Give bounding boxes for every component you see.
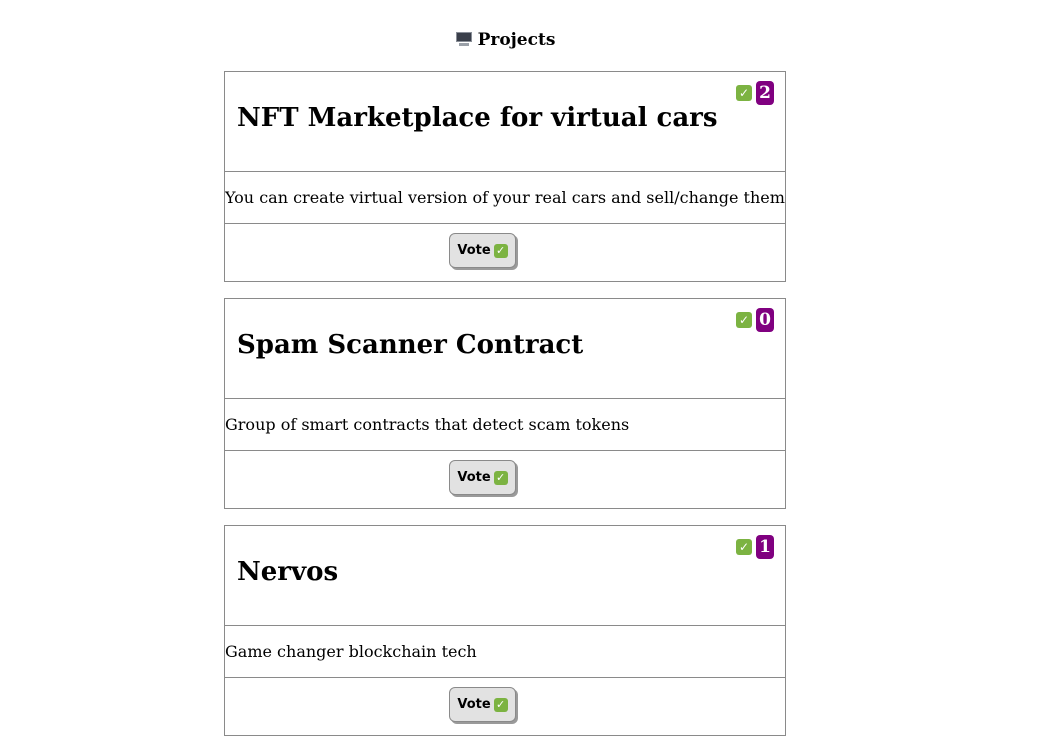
vote-count-indicator: ✓ 0 [736, 308, 774, 332]
page-header: Projects [0, 30, 1011, 50]
vote-button-label: Vote [457, 697, 491, 712]
desktop-computer-icon [455, 31, 472, 47]
vote-button-label: Vote [457, 243, 491, 258]
project-card-footer: Vote ✓ [225, 678, 785, 735]
check-mark-icon: ✓ [736, 539, 752, 555]
vote-button[interactable]: Vote ✓ [449, 460, 516, 495]
project-card-footer: Vote ✓ [225, 224, 785, 281]
check-mark-icon: ✓ [493, 243, 508, 258]
project-card-footer: Vote ✓ [225, 451, 785, 508]
project-list: NFT Marketplace for virtual cars ✓ 2 You… [224, 71, 786, 752]
check-mark-icon: ✓ [493, 697, 508, 712]
project-title: Nervos [237, 557, 339, 587]
vote-count-badge: 2 [756, 81, 774, 105]
project-description: You can create virtual version of your r… [225, 172, 785, 224]
project-card: NFT Marketplace for virtual cars ✓ 2 You… [224, 71, 786, 282]
project-card-header: Nervos ✓ 1 [225, 526, 785, 626]
project-description: Group of smart contracts that detect sca… [225, 399, 785, 451]
check-mark-icon: ✓ [493, 470, 508, 485]
check-mark-icon: ✓ [736, 85, 752, 101]
check-mark-icon: ✓ [736, 312, 752, 328]
project-card-header: NFT Marketplace for virtual cars ✓ 2 [225, 72, 785, 172]
vote-count-badge: 0 [756, 308, 774, 332]
vote-button[interactable]: Vote ✓ [449, 233, 516, 268]
project-card: Spam Scanner Contract ✓ 0 Group of smart… [224, 298, 786, 509]
project-title: NFT Marketplace for virtual cars [237, 103, 718, 133]
vote-button-label: Vote [457, 470, 491, 485]
project-card-header: Spam Scanner Contract ✓ 0 [225, 299, 785, 399]
vote-count-indicator: ✓ 1 [736, 535, 774, 559]
project-description: Game changer blockchain tech [225, 626, 785, 678]
project-title: Spam Scanner Contract [237, 330, 584, 360]
vote-button[interactable]: Vote ✓ [449, 687, 516, 722]
page-title: Projects [477, 30, 556, 50]
vote-count-indicator: ✓ 2 [736, 81, 774, 105]
project-card: Nervos ✓ 1 Game changer blockchain tech … [224, 525, 786, 736]
vote-count-badge: 1 [756, 535, 774, 559]
